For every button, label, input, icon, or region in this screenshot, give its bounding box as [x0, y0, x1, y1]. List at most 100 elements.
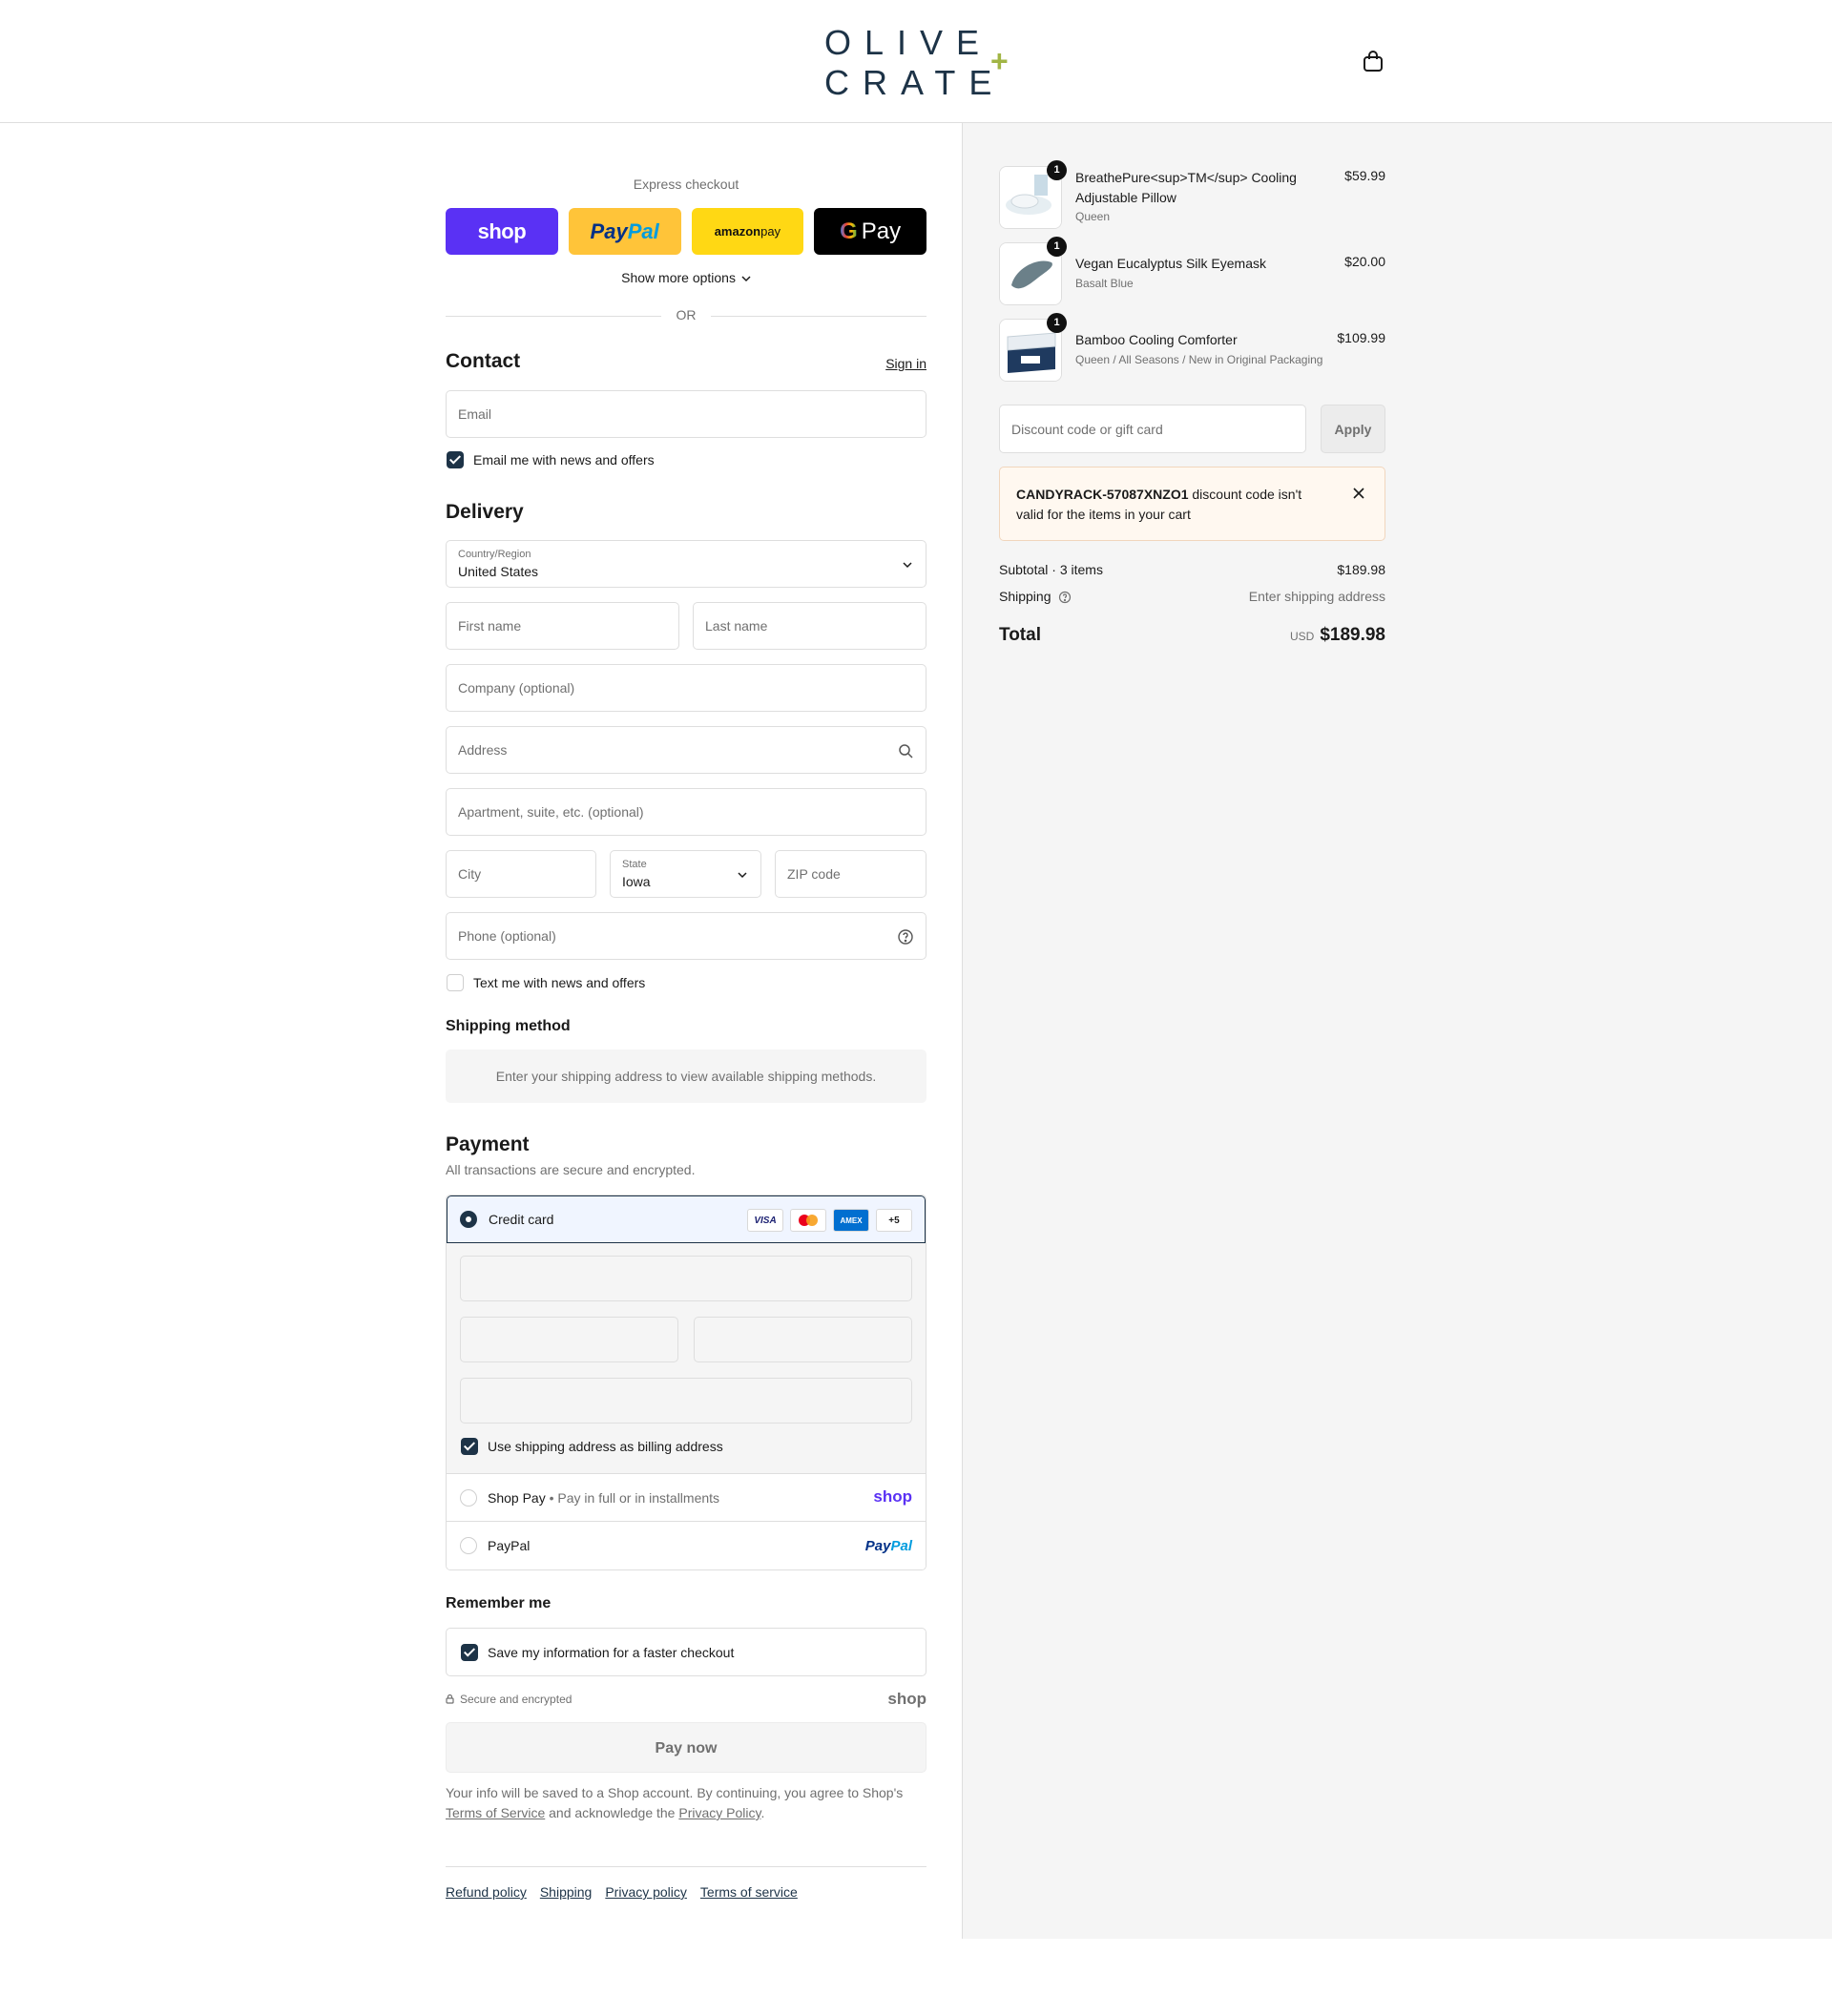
paypal-option[interactable]: PayPal PayPal [447, 1522, 926, 1569]
visa-icon: VISA [747, 1209, 783, 1232]
item-variant: Queen / All Seasons / New in Original Pa… [1075, 353, 1323, 366]
refund-policy-link[interactable]: Refund policy [446, 1884, 527, 1900]
credit-card-option[interactable]: Credit card VISA AMEX +5 [447, 1195, 926, 1243]
quantity-badge: 1 [1047, 237, 1067, 257]
pay-now-button[interactable]: Pay now [446, 1722, 926, 1773]
total-amount: USD $189.98 [1290, 625, 1385, 646]
discount-error-code: CANDYRACK-57087XNZO1 [1016, 487, 1189, 502]
shop-pay-label: shop [477, 218, 527, 243]
help-circle-icon[interactable] [1058, 591, 1072, 604]
company-field[interactable]: Company (optional) [446, 664, 926, 712]
apartment-placeholder: Apartment, suite, etc. (optional) [458, 804, 644, 820]
phone-field[interactable]: Phone (optional) [446, 912, 926, 960]
subtotal-value: $189.98 [1337, 562, 1385, 577]
chevron-down-icon [903, 562, 912, 569]
card-expiry-field[interactable] [460, 1317, 678, 1362]
lock-icon [446, 1694, 454, 1704]
shop-pay-option[interactable]: Shop Pay • Pay in full or in installment… [447, 1474, 926, 1522]
cart-item: 1 BreathePure<sup>TM</sup> Cooling Adjus… [999, 160, 1385, 229]
credit-card-form: Use shipping address as billing address [447, 1243, 926, 1474]
shop-pay-name: Shop Pay [488, 1490, 546, 1506]
billing-same-checkbox[interactable] [461, 1438, 478, 1455]
discount-code-placeholder: Discount code or gift card [1011, 422, 1163, 437]
logo-line-1: OLIVE [824, 23, 993, 62]
legal-text-c: . [760, 1805, 765, 1820]
more-cards-badge: +5 [876, 1209, 912, 1232]
email-opt-in-checkbox[interactable] [447, 451, 464, 468]
shopping-bag-icon[interactable] [1363, 50, 1384, 73]
delivery-heading: Delivery [446, 501, 524, 523]
total-currency: USD [1289, 630, 1315, 643]
legal-text-a: Your info will be saved to a Shop accoun… [446, 1785, 904, 1800]
legal-notice: Your info will be saved to a Shop accoun… [446, 1783, 926, 1823]
chevron-down-icon [738, 872, 747, 879]
item-price: $109.99 [1337, 330, 1385, 345]
shop-pay-radio[interactable] [460, 1489, 477, 1507]
shipping-label: Shipping [999, 589, 1051, 604]
company-placeholder: Company (optional) [458, 680, 575, 696]
city-field[interactable]: City [446, 850, 596, 898]
footer-divider [446, 1866, 926, 1867]
item-name: Vegan Eucalyptus Silk Eyemask [1075, 256, 1266, 271]
help-circle-icon[interactable] [897, 928, 914, 946]
quantity-badge: 1 [1047, 160, 1067, 180]
paypal-express-button[interactable]: Pay Pal [568, 208, 681, 255]
email-field[interactable]: Email [446, 390, 926, 438]
discount-code-field[interactable]: Discount code or gift card [999, 405, 1306, 453]
olive-crate-logo[interactable]: OLIVE CRATE + [824, 23, 1015, 102]
zip-code-placeholder: ZIP code [787, 866, 841, 882]
cart-item: 1 Vegan Eucalyptus Silk Eyemask Basalt B… [999, 237, 1385, 305]
paypal-label: PayPal [488, 1538, 531, 1553]
first-name-field[interactable]: First name [446, 602, 679, 650]
credit-card-radio[interactable] [460, 1211, 477, 1228]
last-name-field[interactable]: Last name [693, 602, 926, 650]
paypal-logo: PayPal [865, 1538, 912, 1554]
or-label: OR [676, 307, 697, 322]
amazon-pay-express-button[interactable]: amazon pay [691, 208, 804, 255]
discount-error-banner: CANDYRACK-57087XNZO1 discount code isn't… [999, 467, 1385, 541]
address-field[interactable]: Address [446, 726, 926, 774]
mastercard-icon [790, 1209, 826, 1232]
billing-same-label: Use shipping address as billing address [488, 1439, 723, 1454]
logo-line-2: CRATE [824, 63, 1006, 102]
state-select[interactable]: State Iowa [610, 850, 761, 898]
shop-pay-logo: shop [873, 1487, 912, 1506]
country-select[interactable]: Country/Region United States [446, 540, 926, 588]
shop-logo: shop [887, 1690, 926, 1708]
secure-row: Secure and encrypted shop [446, 1690, 926, 1709]
close-icon[interactable] [1352, 487, 1365, 500]
privacy-policy-link[interactable]: Privacy Policy [678, 1805, 760, 1820]
save-info-checkbox[interactable] [461, 1644, 478, 1661]
city-placeholder: City [458, 866, 482, 882]
shop-pay-express-button[interactable]: shop [446, 208, 558, 255]
item-name: Bamboo Cooling Comforter [1075, 332, 1238, 347]
quantity-badge: 1 [1047, 313, 1067, 333]
paypal-radio[interactable] [460, 1537, 477, 1554]
card-name-field[interactable] [460, 1378, 912, 1424]
state-label: State [622, 859, 647, 870]
phone-placeholder: Phone (optional) [458, 928, 556, 944]
card-cvv-field[interactable] [694, 1317, 912, 1362]
credit-card-label: Credit card [489, 1212, 554, 1227]
privacy-policy-footer-link[interactable]: Privacy policy [605, 1884, 687, 1900]
show-more-options-button[interactable]: Show more options [446, 270, 926, 285]
google-pay-express-button[interactable]: G Pay [814, 208, 926, 255]
paypal-label-b: Pal [627, 218, 659, 243]
state-value: Iowa [622, 874, 651, 889]
terms-of-service-footer-link[interactable]: Terms of service [700, 1884, 798, 1900]
remember-me-box: Save my information for a faster checkou… [446, 1628, 926, 1676]
text-opt-in-checkbox[interactable] [447, 974, 464, 991]
card-number-field[interactable] [460, 1256, 912, 1301]
shipping-value: Enter shipping address [1248, 589, 1385, 604]
total-value: $189.98 [1320, 625, 1385, 645]
text-opt-in-label: Text me with news and offers [473, 975, 646, 990]
header: OLIVE CRATE + [0, 0, 1832, 123]
apply-discount-button[interactable]: Apply [1321, 405, 1385, 453]
apartment-field[interactable]: Apartment, suite, etc. (optional) [446, 788, 926, 836]
zip-code-field[interactable]: ZIP code [775, 850, 926, 898]
shipping-policy-link[interactable]: Shipping [540, 1884, 593, 1900]
last-name-placeholder: Last name [705, 618, 768, 634]
sign-in-link[interactable]: Sign in [885, 356, 926, 371]
paypal-logo-a: Pay [864, 1538, 891, 1554]
terms-of-service-link[interactable]: Terms of Service [446, 1805, 545, 1820]
